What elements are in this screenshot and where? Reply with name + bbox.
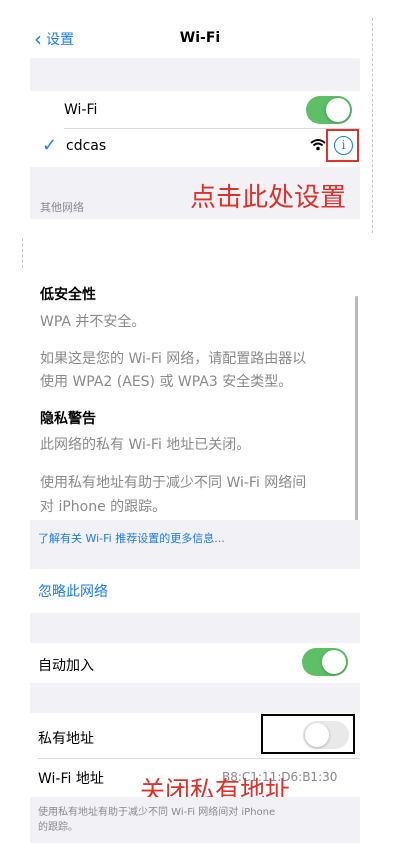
learn-more-link[interactable]: 了解有关 Wi-Fi 推荐设置的更多信息...	[38, 530, 225, 546]
wifi-label: Wi-Fi	[64, 102, 98, 118]
crop-edge	[22, 238, 23, 268]
footer-line-2: 的跟踪。	[38, 822, 78, 833]
chevron-left-icon: ‹	[34, 27, 42, 51]
security-title: 低安全性	[40, 287, 96, 303]
info-icon[interactable]: i	[334, 136, 353, 155]
section-gap	[30, 613, 360, 643]
back-button[interactable]: ‹ 设置	[34, 28, 74, 50]
auto-join-toggle[interactable]	[302, 648, 348, 676]
forget-network-button[interactable]: 忽略此网络	[38, 581, 108, 601]
crop-edge	[372, 18, 373, 233]
privacy-desc-2: 对 iPhone 的跟踪。	[40, 499, 167, 515]
privacy-line: 此网络的私有 Wi-Fi 地址已关闭。	[40, 437, 251, 453]
wifi-toggle[interactable]	[306, 96, 352, 124]
page-title: Wi-Fi	[179, 30, 221, 46]
network-name: cdcas	[66, 138, 107, 154]
back-label: 设置	[46, 32, 74, 48]
toggle-highlight-box	[261, 714, 355, 754]
footer-line-1: 使用私有地址有助于减少不同 Wi-Fi 网络间对 iPhone	[38, 807, 276, 818]
toggle-knob	[326, 98, 350, 122]
wifi-signal-icon	[310, 139, 326, 151]
auto-join-label: 自动加入	[38, 658, 94, 674]
security-line: WPA 并不安全。	[40, 314, 146, 330]
section-gap	[30, 58, 360, 91]
tap-here-annotation: 点击此处设置	[190, 183, 347, 213]
checkmark-icon: ✓	[42, 135, 58, 156]
wifi-address-label: Wi-Fi 地址	[38, 771, 104, 787]
private-address-label: 私有地址	[38, 731, 94, 747]
other-networks-header: 其他网络	[40, 201, 84, 214]
privacy-title: 隐私警告	[40, 411, 96, 427]
section-gap	[30, 683, 360, 713]
security-desc-1: 如果这是您的 Wi-Fi 网络，请配置路由器以	[40, 351, 307, 367]
toggle-knob	[322, 650, 346, 674]
security-desc-2: 使用 WPA2 (AES) 或 WPA3 安全类型。	[40, 374, 293, 390]
privacy-desc-1: 使用私有地址有助于减少不同 Wi-Fi 网络间	[40, 475, 307, 491]
